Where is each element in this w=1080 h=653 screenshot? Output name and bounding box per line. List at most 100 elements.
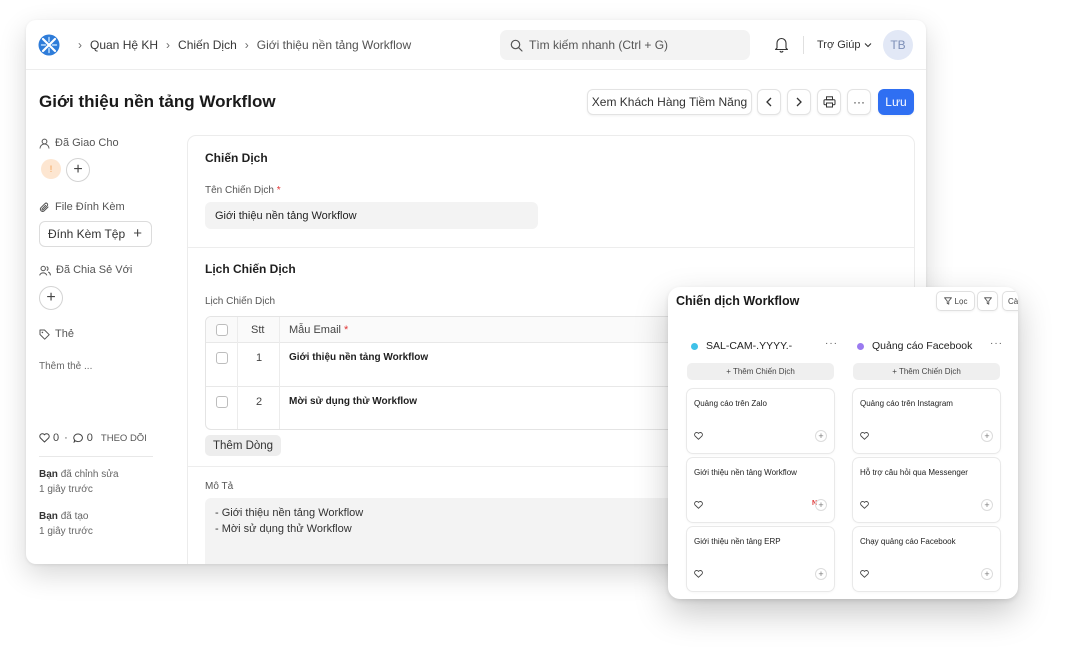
card-title: Hỗ trợ câu hỏi qua Messenger xyxy=(860,468,968,477)
campaign-name-label: Tên Chiến Dịch * xyxy=(205,185,281,196)
navbar-divider xyxy=(803,36,804,54)
users-icon xyxy=(39,265,51,276)
activity-action: đã chỉnh sửa xyxy=(60,469,119,480)
table-column-divider xyxy=(237,317,238,429)
add-tag-input[interactable]: Thêm thẻ ... xyxy=(39,361,92,372)
column-title-text: SAL-CAM-.YYYY.- xyxy=(706,340,793,352)
assignee-avatar[interactable]: ! xyxy=(41,159,61,179)
heart-icon[interactable] xyxy=(694,570,703,578)
kanban-card[interactable]: Hỗ trợ câu hỏi qua Messenger + xyxy=(853,458,1000,522)
app-logo-icon[interactable] xyxy=(38,34,60,56)
tag-icon xyxy=(39,329,50,340)
attach-file-button[interactable]: Đính Kèm Tệp + xyxy=(39,221,152,247)
required-mark: * xyxy=(276,185,281,196)
column-menu-button[interactable]: ··· xyxy=(825,338,838,349)
kanban-title: Chiến dịch Workflow xyxy=(676,294,800,308)
card-add-button[interactable]: + xyxy=(815,568,827,580)
attachments-section: File Đính Kèm xyxy=(39,201,125,213)
column-title-text: Quảng cáo Facebook xyxy=(872,340,973,352)
filter-options-button[interactable] xyxy=(977,291,998,311)
row-template[interactable]: Giới thiệu nền tảng Workflow xyxy=(289,352,428,363)
add-row-button[interactable]: Thêm Dòng xyxy=(205,435,282,456)
next-button[interactable] xyxy=(787,89,811,115)
filter-icon xyxy=(943,297,952,305)
kanban-card[interactable]: Giới thiệu nền tảng ERP + xyxy=(687,527,834,591)
add-campaign-button[interactable]: + Thêm Chiến Dịch xyxy=(853,363,1000,380)
select-all-checkbox[interactable] xyxy=(216,324,228,336)
search-icon xyxy=(510,39,523,52)
add-assignee-button[interactable]: + xyxy=(66,158,90,182)
comments-count: 0 xyxy=(86,432,93,444)
kanban-card[interactable]: Quảng cáo trên Instagram + xyxy=(853,389,1000,453)
row-template[interactable]: Mời sử dụng thử Workflow xyxy=(289,396,417,407)
column-menu-button[interactable]: ··· xyxy=(990,338,1003,349)
heart-icon[interactable] xyxy=(860,501,869,509)
card-title: Quảng cáo trên Zalo xyxy=(694,399,767,408)
activity-action: đã tạo xyxy=(60,511,89,522)
chevron-right-icon: › xyxy=(166,38,171,52)
section-title-schedule: Lịch Chiến Dịch xyxy=(205,262,296,276)
card-title: Chạy quảng cáo Facebook xyxy=(860,537,956,546)
activity-user: Bạn xyxy=(39,511,58,522)
comment-icon[interactable] xyxy=(73,433,84,443)
column-header-no: Stt xyxy=(251,324,265,336)
prev-button[interactable] xyxy=(757,89,781,115)
add-share-button[interactable]: + xyxy=(39,286,63,310)
user-avatar[interactable]: TB xyxy=(883,30,913,60)
tags-section: Thẻ xyxy=(39,328,74,340)
add-campaign-button[interactable]: + Thêm Chiến Dịch xyxy=(687,363,834,380)
user-icon xyxy=(39,138,50,149)
bell-icon[interactable] xyxy=(774,36,789,53)
help-dropdown[interactable]: Trợ Giúp xyxy=(817,39,872,51)
kanban-card[interactable]: Giới thiệu nền tảng Workflow N + xyxy=(687,458,834,522)
campaign-name-input[interactable]: Giới thiệu nền tảng Workflow xyxy=(205,202,538,229)
heart-icon[interactable] xyxy=(860,432,869,440)
kanban-card[interactable]: Chạy quảng cáo Facebook + xyxy=(853,527,1000,591)
campaign-name-label-text: Tên Chiến Dịch xyxy=(205,185,274,196)
column-settings-button[interactable]: Cà xyxy=(1002,291,1018,311)
description-label: Mô Tả xyxy=(205,481,234,492)
likes-row: 0 · 0 THEO DÕI xyxy=(39,432,147,444)
row-checkbox[interactable] xyxy=(216,352,228,364)
search-input[interactable]: Tìm kiếm nhanh (Ctrl + G) xyxy=(500,30,750,60)
card-add-button[interactable]: + xyxy=(815,430,827,442)
kanban-card[interactable]: Quảng cáo trên Zalo + xyxy=(687,389,834,453)
breadcrumb: › Quan Hệ KH › Chiến Dịch › Giới thiệu n… xyxy=(70,38,411,52)
follow-button[interactable]: THEO DÕI xyxy=(101,433,147,444)
card-add-button[interactable]: + xyxy=(981,568,993,580)
row-number: 1 xyxy=(256,352,263,364)
card-add-button[interactable]: + xyxy=(981,499,993,511)
paperclip-icon xyxy=(39,202,49,212)
breadcrumb-item-campaigns[interactable]: Chiến Dịch xyxy=(178,38,237,52)
heart-icon[interactable] xyxy=(39,433,50,443)
breadcrumb-item-current[interactable]: Giới thiệu nền tảng Workflow xyxy=(257,38,411,52)
row-checkbox[interactable] xyxy=(216,396,228,408)
title-bar: Giới thiệu nền tảng Workflow Xem Khách H… xyxy=(26,70,926,130)
heart-icon[interactable] xyxy=(694,501,703,509)
breadcrumb-item-crm[interactable]: Quan Hệ KH xyxy=(90,38,158,52)
likes-count: 0 xyxy=(53,432,60,444)
attach-file-label: Đính Kèm Tệp xyxy=(48,227,126,241)
filter-button[interactable]: Lọc xyxy=(936,291,975,311)
assigned-section: Đã Giao Cho xyxy=(39,137,119,149)
separator-dot: · xyxy=(64,432,68,444)
heart-icon[interactable] xyxy=(860,570,869,578)
column-header-template: Mẫu Email * xyxy=(289,324,348,336)
help-label: Trợ Giúp xyxy=(817,39,861,51)
heart-icon[interactable] xyxy=(694,432,703,440)
navbar: › Quan Hệ KH › Chiến Dịch › Giới thiệu n… xyxy=(26,20,926,70)
card-add-button[interactable]: + xyxy=(981,430,993,442)
chevron-down-icon xyxy=(865,43,872,48)
card-add-button[interactable]: + xyxy=(815,499,827,511)
more-button[interactable]: ··· xyxy=(847,89,871,115)
print-button[interactable] xyxy=(817,89,841,115)
activity-item: Bạn đã chỉnh sửa 1 giây trước xyxy=(39,467,119,497)
save-button[interactable]: Lưu xyxy=(878,89,914,115)
tags-label: Thẻ xyxy=(55,328,74,340)
chevron-right-icon: › xyxy=(244,38,249,52)
activity-item: Bạn đã tạo 1 giây trước xyxy=(39,509,93,539)
view-leads-button[interactable]: Xem Khách Hàng Tiềm Năng xyxy=(587,89,752,115)
section-divider xyxy=(188,247,914,248)
kanban-board: Chiến dịch Workflow Lọc Cà SAL-CAM-.YYYY… xyxy=(668,287,1018,599)
assigned-label: Đã Giao Cho xyxy=(55,137,119,149)
